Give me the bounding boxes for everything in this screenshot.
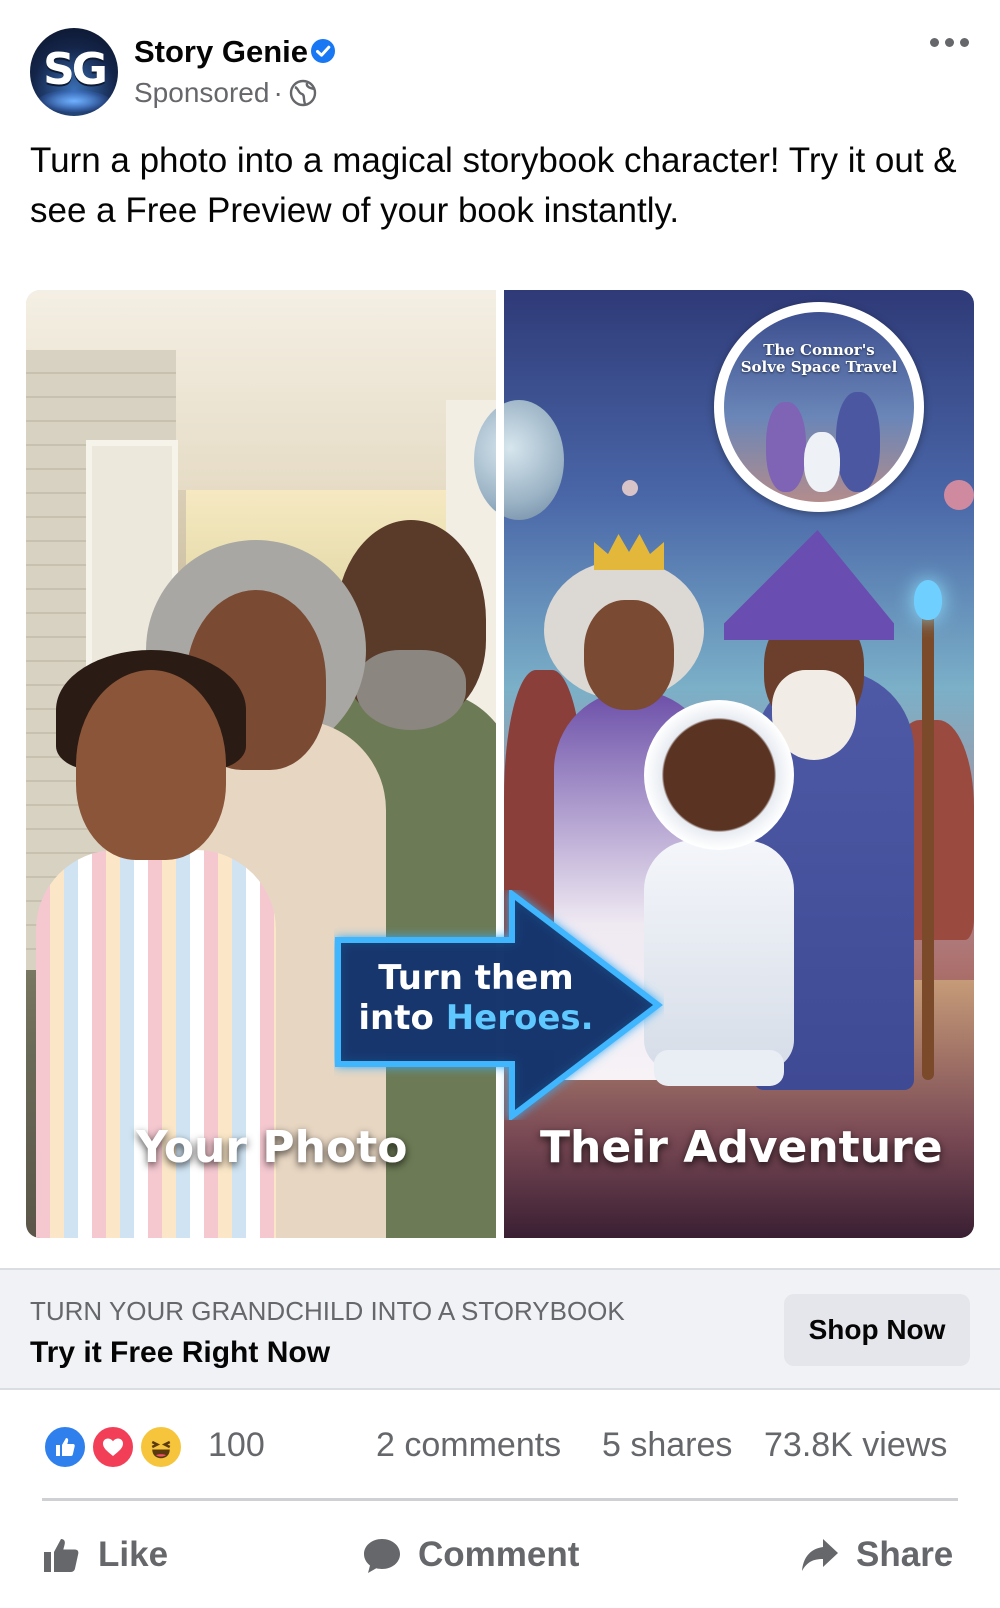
sponsored-label[interactable]: Sponsored: [134, 77, 269, 109]
like-button[interactable]: Like: [42, 1530, 168, 1580]
book-title-line-2: Solve Space Travel: [740, 358, 898, 376]
like-reaction-icon: [42, 1424, 88, 1470]
post-header: SG Story Genie Sponsored ·: [0, 0, 1000, 130]
shop-now-button[interactable]: Shop Now: [784, 1294, 970, 1366]
book-title: The Connor's Solve Space Travel: [724, 342, 914, 376]
book-cover-preview: The Connor's Solve Space Travel: [714, 302, 924, 512]
sponsored-line: Sponsored ·: [134, 77, 317, 109]
arrow-tagline: Turn them into Heroes.: [356, 958, 596, 1038]
crown-icon: [594, 534, 664, 570]
cta-title: Try it Free Right Now: [30, 1336, 331, 1369]
post-caption: Turn a photo into a magical storybook ch…: [30, 141, 957, 230]
ad-creative-image[interactable]: The Connor's Solve Space Travel Turn the…: [26, 290, 974, 1238]
page-avatar[interactable]: SG: [30, 28, 118, 116]
dot-separator: ·: [273, 77, 283, 108]
share-icon: [802, 1539, 838, 1571]
granddaughter-figure: [36, 850, 276, 1238]
cta-subtitle: TURN YOUR GRANDCHILD INTO A STORYBOOK: [30, 1296, 625, 1326]
more-options-icon[interactable]: [930, 38, 974, 52]
grandfather-beard: [356, 650, 466, 730]
planet-illustration: [474, 400, 564, 520]
distant-planet: [944, 480, 974, 510]
divider: [42, 1498, 958, 1501]
astronaut-boots: [654, 1050, 784, 1086]
reactions-summary[interactable]: [42, 1424, 192, 1472]
book-cover-art: The Connor's Solve Space Travel: [724, 312, 914, 502]
love-reaction-icon: [90, 1424, 136, 1470]
avatar-logo-text: SG: [43, 44, 108, 95]
queen-face: [584, 600, 674, 710]
small-moon: [622, 480, 638, 496]
book-wizard-figure: [836, 392, 880, 492]
share-label: Share: [856, 1535, 954, 1574]
book-queen-figure: [766, 402, 806, 492]
cta-bar[interactable]: TURN YOUR GRANDCHILD INTO A STORYBOOK Tr…: [0, 1268, 1000, 1390]
globe-icon: [289, 79, 316, 107]
comment-icon: [364, 1539, 400, 1573]
staff-crystal: [914, 580, 942, 620]
share-button[interactable]: Share: [800, 1530, 953, 1580]
comments-count[interactable]: 2 comments: [376, 1426, 561, 1465]
verified-badge-icon: [311, 39, 335, 63]
arrow-line-2: into Heroes.: [356, 998, 596, 1038]
shares-count[interactable]: 5 shares: [602, 1426, 732, 1465]
arrow-line-2-prefix: into: [358, 998, 446, 1038]
haha-reaction-icon: [138, 1424, 184, 1470]
reaction-count[interactable]: 100: [208, 1426, 265, 1465]
thumbs-up-icon: [44, 1539, 79, 1572]
wizard-hat: [724, 530, 894, 640]
post-actions: Like Comment Share: [0, 1520, 1000, 1590]
comment-button[interactable]: Comment: [362, 1530, 579, 1580]
your-photo-label: Your Photo: [136, 1122, 408, 1173]
book-title-line-1: The Connor's: [763, 341, 875, 359]
like-label: Like: [98, 1535, 169, 1574]
astronaut-character: [644, 840, 794, 1070]
granddaughter-head: [76, 670, 226, 860]
astronaut-helmet: [644, 700, 794, 850]
book-astronaut-figure: [804, 432, 840, 492]
comment-label: Comment: [418, 1535, 580, 1574]
wizard-staff: [922, 600, 934, 1080]
their-adventure-label: Their Adventure: [540, 1122, 943, 1173]
arrow-highlight-word: Heroes.: [445, 998, 594, 1038]
views-count: 73.8K views: [764, 1426, 948, 1464]
arrow-line-1: Turn them: [378, 958, 574, 998]
engagement-stats: 100 2 comments 5 shares 73.8K views: [0, 1410, 1000, 1480]
page-name[interactable]: Story Genie: [134, 34, 308, 70]
